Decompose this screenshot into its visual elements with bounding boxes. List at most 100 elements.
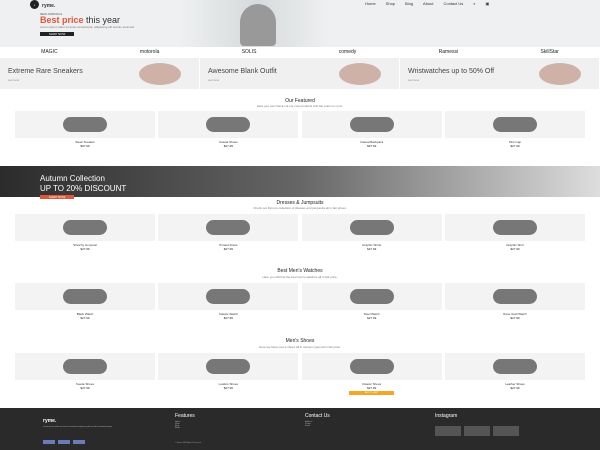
footer-heading: Contact Us	[305, 413, 330, 419]
brand-logo: SkillStar	[540, 49, 559, 55]
menu-shop[interactable]: Shop	[386, 1, 395, 6]
copyright: © Rymo. All Rights Reserved.	[175, 442, 202, 444]
product-price: $27.99	[510, 386, 520, 390]
product-price: $27.99	[367, 386, 377, 390]
product-image	[15, 214, 155, 241]
product-image	[301, 283, 442, 310]
product-image	[444, 111, 585, 138]
product-card[interactable]: Pink Cap $27.99	[444, 111, 585, 148]
featured-row: Sleek Sneaker $97.99 Casual Shoes $27.99 C…	[15, 111, 585, 148]
dresses-subtitle: Check out Rymo's collection of dresses a…	[253, 206, 347, 210]
product-image	[15, 111, 155, 138]
product-image	[158, 283, 299, 310]
product-card[interactable]: Loafers Shoes $27.99	[158, 353, 299, 395]
promo-title: Extreme Rare Sneakers	[8, 68, 83, 75]
main-menu: Home Shop Blog About Contact Us ⌕ ▣	[365, 1, 489, 6]
product-card[interactable]: Graphic Shirts $27.99	[301, 214, 442, 251]
product-price: $27.99	[223, 247, 233, 251]
logo-icon: ◐	[30, 0, 39, 9]
promo-image	[139, 63, 181, 85]
promo-outfit[interactable]: Awesome Blank Outfit SHOP NOW	[200, 58, 400, 89]
product-price: $27.99	[510, 316, 520, 320]
promo-link[interactable]: SHOP NOW	[8, 80, 19, 82]
promo-watches[interactable]: Wristwatches up to 50% Off SHOP NOW	[400, 58, 600, 89]
product-price: $27.99	[80, 247, 90, 251]
product-price: $97.99	[367, 144, 377, 148]
payment-icon	[73, 440, 85, 444]
product-card[interactable]: Black Watch $27.99	[15, 283, 155, 320]
dresses-row: Stretchy Jumpsuit $27.99 Printed Dress $27…	[15, 214, 585, 251]
product-price: $97.99	[80, 144, 90, 148]
autumn-banner: Autumn Collection UP TO 20% DISCOUNT SHO…	[0, 166, 600, 199]
instagram-image[interactable]	[435, 426, 461, 436]
product-card[interactable]: Casual Shoes $27.99	[158, 111, 299, 148]
product-price: $27.99	[510, 144, 520, 148]
hero-shop-button[interactable]: SHOP NOW	[40, 32, 74, 36]
hero-title: Best price this year	[40, 15, 121, 25]
shoes-row: Suede Shoes $27.99 Loafers Shoes $27.99 Cl…	[15, 353, 585, 395]
product-card[interactable]: Suede Shoes $27.99	[15, 353, 155, 395]
product-card[interactable]: Sleek Sneaker $97.99	[15, 111, 155, 148]
footer: ryme. Lorem ipsum dolor sit amet consecte…	[0, 408, 600, 450]
autumn-discount: UP TO 20% DISCOUNT	[40, 184, 127, 193]
promo-image	[339, 63, 381, 85]
product-price: $27.99	[367, 316, 377, 320]
autumn-shop-button[interactable]: SHOP NOW	[40, 195, 74, 199]
product-price: $27.99	[80, 386, 90, 390]
product-price: $27.99	[223, 386, 233, 390]
product-price: $27.99	[80, 316, 90, 320]
product-card[interactable]: Casual Backpack $97.99	[301, 111, 442, 148]
brand-logo: MAGIC	[41, 49, 58, 55]
promo-link[interactable]: SHOP NOW	[408, 80, 419, 82]
instagram-image[interactable]	[493, 426, 519, 436]
menu-about[interactable]: About	[423, 1, 433, 6]
product-card[interactable]: Graphic Shirt $27.99	[444, 214, 585, 251]
footer-link[interactable]: About	[175, 427, 195, 429]
top-nav: ◐ ryme. Home Shop Blog About Contact Us ⌕…	[0, 0, 600, 9]
promo-sneakers[interactable]: Extreme Rare Sneakers SHOP NOW	[0, 58, 200, 89]
payment-icon	[43, 440, 55, 444]
product-card[interactable]: Printed Dress $27.99	[158, 214, 299, 251]
product-card[interactable]: Stretchy Jumpsuit $27.99	[15, 214, 155, 251]
brand-logo: SOLIS	[241, 49, 257, 55]
instagram-gallery	[435, 426, 519, 436]
shoes-title: Men's Shoes	[285, 338, 315, 344]
menu-blog[interactable]: Blog	[405, 1, 413, 6]
product-image	[444, 283, 585, 310]
payment-icons	[43, 440, 85, 444]
product-image	[15, 283, 155, 310]
product-card[interactable]: Leather Shoes $27.99	[444, 353, 585, 395]
watches-subtitle: Here you will find the best men's watche…	[262, 275, 338, 279]
add-to-cart-button[interactable]: ADD TO CART	[349, 391, 395, 395]
promo-link[interactable]: SHOP NOW	[208, 80, 219, 82]
logo-name: ryme.	[42, 2, 56, 9]
footer-heading: Features	[175, 413, 195, 419]
brand-logo: motorola	[139, 49, 160, 55]
menu-home[interactable]: Home	[365, 1, 376, 6]
product-image	[301, 111, 442, 138]
product-card[interactable]: Classic Watch $27.99	[158, 283, 299, 320]
footer-heading: Instagram	[435, 413, 458, 419]
footer-about: ryme. Lorem ipsum dolor sit amet consecte…	[43, 418, 153, 428]
menu-contact[interactable]: Contact Us	[443, 1, 463, 6]
logo[interactable]: ◐ ryme.	[30, 0, 55, 9]
footer-contact: Contact Us Address Phone Email	[305, 413, 330, 427]
product-card[interactable]: Classic Shoes $27.99 ADD TO CART	[301, 353, 442, 395]
product-image	[158, 353, 299, 380]
cart-icon[interactable]: ▣	[486, 1, 490, 6]
product-price: $27.99	[223, 316, 233, 320]
product-image	[444, 353, 585, 380]
product-card[interactable]: Steel Watch $27.99	[301, 283, 442, 320]
product-image	[15, 353, 155, 380]
promo-image	[539, 63, 581, 85]
hero-subtitle: Lorem ipsum dolor sit amet consectetur, …	[40, 25, 135, 29]
footer-instagram: Instagram	[435, 413, 457, 421]
search-icon[interactable]: ⌕	[473, 1, 475, 6]
instagram-image[interactable]	[464, 426, 490, 436]
product-card[interactable]: Rose Gold Watch $27.99	[444, 283, 585, 320]
promo-title: Awesome Blank Outfit	[208, 68, 277, 75]
payment-icon	[58, 440, 70, 444]
footer-brand: ryme.	[43, 418, 57, 424]
product-price: $27.99	[223, 144, 233, 148]
brand-logo: comedy	[338, 49, 357, 55]
